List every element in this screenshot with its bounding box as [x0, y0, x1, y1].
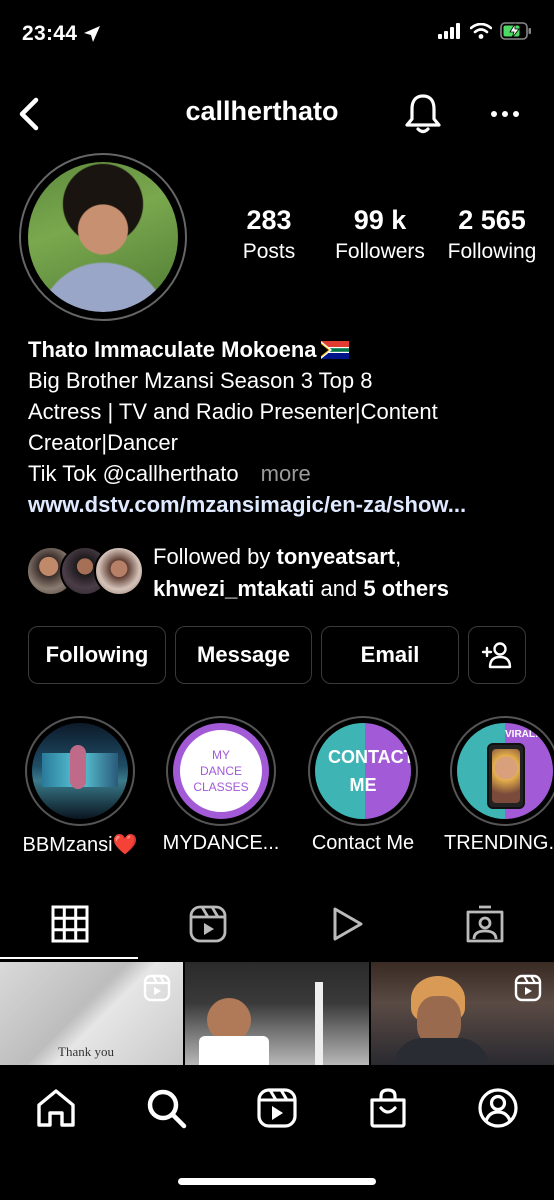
highlight-cover-2: MY DANCE CLASSES: [173, 723, 269, 819]
post-thumbnail-1[interactable]: Thank you: [0, 962, 183, 1065]
signal-icon: [438, 23, 460, 39]
bio-website-link[interactable]: www.dstv.com/mzansimagic/en-za/show...: [28, 489, 538, 520]
highlight-cover-3: CONTACT ME: [315, 723, 411, 819]
following-button[interactable]: Following: [28, 626, 166, 684]
followed-by-text[interactable]: Followed by tonyeatsart, khwezi_mtakati …: [153, 541, 449, 605]
reel-badge-icon: [143, 974, 171, 1002]
home-icon[interactable]: [34, 1086, 78, 1130]
stat-posts[interactable]: 283 Posts: [232, 205, 306, 264]
shop-icon[interactable]: [366, 1086, 410, 1130]
reel-badge-icon: [514, 974, 542, 1002]
profile-username: callherthato: [0, 96, 554, 127]
south-africa-flag-icon: [320, 341, 349, 359]
display-name: Thato Immaculate Mokoena: [28, 337, 317, 362]
message-button-label: Message: [197, 642, 290, 667]
profile-avatar[interactable]: [28, 162, 178, 312]
username-text: callherthato: [185, 96, 339, 126]
highlight-label-1: BBMzansi❤️: [22, 834, 138, 856]
highlight-cover-3-text: CONTACT ME: [328, 747, 411, 795]
post-thumbnail-2[interactable]: [185, 962, 369, 1065]
location-arrow-icon: [84, 26, 101, 42]
bio-more-link[interactable]: more: [261, 461, 311, 486]
reels-tab-icon[interactable]: [188, 904, 228, 944]
following-button-label: Following: [45, 642, 149, 667]
status-indicators: [438, 22, 532, 40]
following-label: Following: [447, 240, 537, 263]
followed-by-separator: ,: [395, 544, 402, 569]
following-count: 2 565: [458, 205, 526, 235]
highlight-cover-2-text: MY DANCE CLASSES: [193, 748, 249, 794]
post-1-caption: Thank you: [58, 1044, 114, 1059]
add-person-icon: [481, 642, 512, 669]
grid-icon[interactable]: [50, 904, 90, 944]
status-time-text: 23:44: [22, 22, 78, 45]
bio-line-3: Creator|Dancer: [28, 430, 178, 455]
highlight-bbmzansi[interactable]: [25, 716, 135, 826]
highlight-cover-4: VIRAL!: [457, 723, 553, 819]
bio-line-2: Actress | TV and Radio Presenter|Content: [28, 399, 438, 424]
highlight-trending[interactable]: VIRAL!: [450, 716, 554, 826]
highlight-mydance[interactable]: MY DANCE CLASSES: [166, 716, 276, 826]
stat-following[interactable]: 2 565 Following: [440, 205, 544, 264]
highlight-label-3: Contact Me: [311, 832, 415, 854]
profile-bio: Thato Immaculate Mokoena Big Brother Mza…: [28, 334, 538, 520]
email-button-label: Email: [360, 642, 420, 667]
battery-icon: [500, 22, 531, 40]
mutual-followers-avatars[interactable]: [26, 546, 144, 598]
mutual-avatar-3: [94, 546, 144, 596]
bell-icon[interactable]: [402, 92, 444, 136]
posts-label: Posts: [242, 240, 296, 263]
mutual-user-2: khwezi_mtakati: [153, 576, 315, 601]
bio-line-1: Big Brother Mzansi Season 3 Top 8: [28, 368, 373, 393]
highlight-cover-1: [32, 723, 128, 819]
followed-by-prefix: Followed by: [153, 544, 277, 569]
followers-count: 99 k: [353, 205, 407, 235]
highlight-label-2: MYDANCE...: [162, 832, 280, 854]
more-icon[interactable]: [490, 102, 520, 126]
mutual-others-count: 5 others: [363, 576, 449, 601]
bio-line-4: Tik Tok @callherthato: [28, 461, 239, 486]
search-icon[interactable]: [144, 1086, 188, 1130]
profile-icon[interactable]: [476, 1086, 520, 1130]
posts-count: 283: [246, 205, 292, 235]
message-button[interactable]: Message: [175, 626, 312, 684]
tagged-icon[interactable]: [465, 904, 505, 944]
followed-by-middle: and: [314, 576, 364, 601]
suggested-users-button[interactable]: [468, 626, 526, 684]
mutual-user-1: tonyeatsart: [276, 544, 396, 569]
status-time: 23:44: [22, 22, 101, 46]
email-button[interactable]: Email: [321, 626, 459, 684]
active-tab-indicator: [0, 957, 138, 959]
highlight-contact[interactable]: CONTACT ME: [308, 716, 418, 826]
stat-followers[interactable]: 99 k Followers: [328, 205, 432, 264]
play-icon[interactable]: [327, 904, 367, 944]
wifi-icon: [470, 23, 492, 39]
followers-label: Followers: [335, 240, 425, 263]
home-indicator: [178, 1178, 376, 1185]
highlight-label-4: TRENDING...: [444, 832, 554, 854]
post-thumbnail-3[interactable]: [371, 962, 554, 1065]
reels-icon[interactable]: [255, 1086, 299, 1130]
highlight-cover-4-text: VIRAL!: [505, 729, 539, 740]
